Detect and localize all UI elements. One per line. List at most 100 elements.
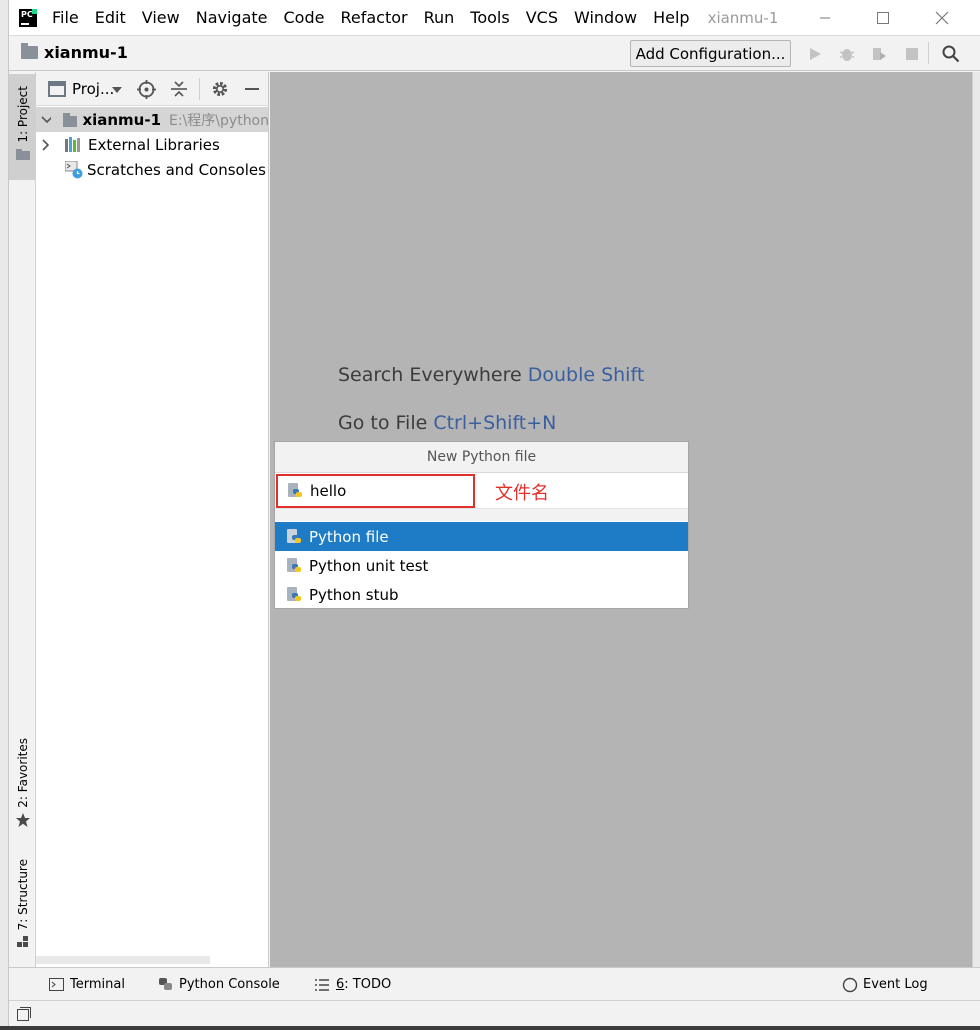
tab-event-log[interactable]: Event Log [842,968,928,1001]
project-root-name: xianmu-1 [82,110,162,129]
add-configuration-button[interactable]: Add Configuration... [630,40,791,67]
python-stub-icon [286,586,302,603]
maximize-button[interactable] [860,0,905,36]
tab-favorites-label: 2: Favorites [15,738,30,808]
hint-search-everywhere: Search Everywhere Double Shift [338,364,644,386]
tab-structure-label: 7: Structure [15,859,30,931]
menu-help[interactable]: Help [653,8,689,27]
minimize-icon [819,17,830,19]
tab-todo-label: : TODO [344,977,392,992]
hint-go-to-file: Go to File Ctrl+Shift+N [338,412,556,434]
project-panel-header: Proj... [36,72,268,106]
file-name-input[interactable]: hello [276,474,475,508]
toolbar-divider [928,42,929,64]
collapse-all-icon[interactable] [170,80,188,98]
menu-code[interactable]: Code [284,8,325,27]
tree-item-scratches[interactable]: Scratches and Consoles [36,157,266,182]
library-icon [65,137,80,152]
title-bar: PC File Edit View Navigate Code Refactor… [9,0,980,36]
hint-goto-shortcut: Ctrl+Shift+N [433,412,557,434]
new-python-file-popup: New Python file hello 文件名 Python file Py… [274,441,689,609]
file-name-value: hello [310,482,347,500]
option-python-unit-test[interactable]: Python unit test [275,551,688,580]
tab-project-label: 1: Project [15,86,30,143]
pycharm-logo-icon: PC [19,8,37,27]
option-label: Python stub [309,585,399,604]
breadcrumb-project[interactable]: xianmu-1 [44,43,128,62]
popup-separator [275,508,688,521]
menu-tools[interactable]: Tools [470,8,509,27]
hint-search-label: Search Everywhere [338,364,522,386]
menu-vcs[interactable]: VCS [526,8,558,27]
menu-edit[interactable]: Edit [95,8,126,27]
folder-icon [21,43,38,59]
option-label: Python file [309,527,389,546]
chevron-right-icon[interactable] [42,138,50,151]
tab-terminal-label: Terminal [70,977,125,992]
menu-refactor[interactable]: Refactor [340,8,407,27]
tab-todo[interactable]: 6 : TODO [315,968,391,1001]
hint-goto-label: Go to File [338,412,428,434]
debug-icon[interactable] [838,45,856,63]
tab-todo-number: 6 [336,977,345,992]
minimize-button[interactable] [802,0,847,36]
header-divider [199,78,200,100]
terminal-icon [49,978,64,991]
file-name-annotation: 文件名 [495,483,549,504]
run-with-coverage-icon[interactable] [870,45,888,63]
star-icon [15,812,30,827]
close-icon [935,11,948,25]
maximize-icon [876,12,889,24]
tab-favorites[interactable]: 2: Favorites [9,732,36,832]
close-window-button[interactable] [919,0,964,36]
external-libraries-label: External Libraries [88,135,220,154]
menu-run[interactable]: Run [424,8,455,27]
window-title: xianmu-1 [707,8,779,27]
stop-icon[interactable] [903,45,921,63]
python-console-icon [159,978,172,990]
todo-list-icon [315,978,329,991]
locate-file-icon[interactable] [137,80,156,99]
menu-view[interactable]: View [142,8,180,27]
gear-icon[interactable] [211,80,229,98]
file-name-row: hello 文件名 [275,473,688,508]
menu-navigate[interactable]: Navigate [196,8,268,27]
event-log-icon [842,977,858,992]
status-bar [9,1000,980,1026]
chevron-down-icon[interactable] [41,115,51,124]
horizontal-scrollbar[interactable] [36,956,210,964]
left-tool-stripe: 1: Project 2: Favorites 7: Structure [9,72,36,967]
tree-item-project-root[interactable]: xianmu-1 E:\程序\python [36,107,268,132]
tree-item-external-libraries[interactable]: External Libraries [36,132,220,157]
toggle-tool-windows-icon[interactable] [17,1007,31,1021]
hide-icon[interactable] [245,88,259,91]
folder-icon [15,148,30,160]
option-label: Python unit test [309,556,429,575]
tab-event-log-label: Event Log [863,977,928,992]
search-icon[interactable] [942,45,960,63]
scratches-icon [65,160,83,178]
project-view-icon [48,81,66,97]
project-tool-window: Proj... xianmu-1 E:\程序\python External L… [36,72,269,967]
tab-structure[interactable]: 7: Structure [9,857,36,957]
taskbar-edge [0,1026,980,1030]
menu-file[interactable]: File [52,8,79,27]
option-python-file[interactable]: Python file [275,522,688,551]
scratches-label: Scratches and Consoles [87,160,266,179]
menu-window[interactable]: Window [574,8,637,27]
python-test-icon [286,557,302,574]
background-window-edge [0,0,9,1030]
tab-project[interactable]: 1: Project [9,74,36,180]
project-view-selector[interactable]: Proj... [72,80,114,98]
bottom-tool-bar: Terminal Python Console 6 : TODO Event L… [9,967,980,1000]
option-python-stub[interactable]: Python stub [275,580,688,609]
background-window-edge-right [972,72,980,967]
chevron-down-icon[interactable] [112,87,122,93]
tab-python-console[interactable]: Python Console [158,968,280,1001]
run-icon[interactable] [806,45,824,63]
folder-icon [62,112,78,127]
navigation-bar: xianmu-1 Add Configuration... [9,36,980,71]
tab-terminal[interactable]: Terminal [49,968,125,1001]
tab-python-console-label: Python Console [179,977,280,992]
structure-icon [16,936,28,948]
